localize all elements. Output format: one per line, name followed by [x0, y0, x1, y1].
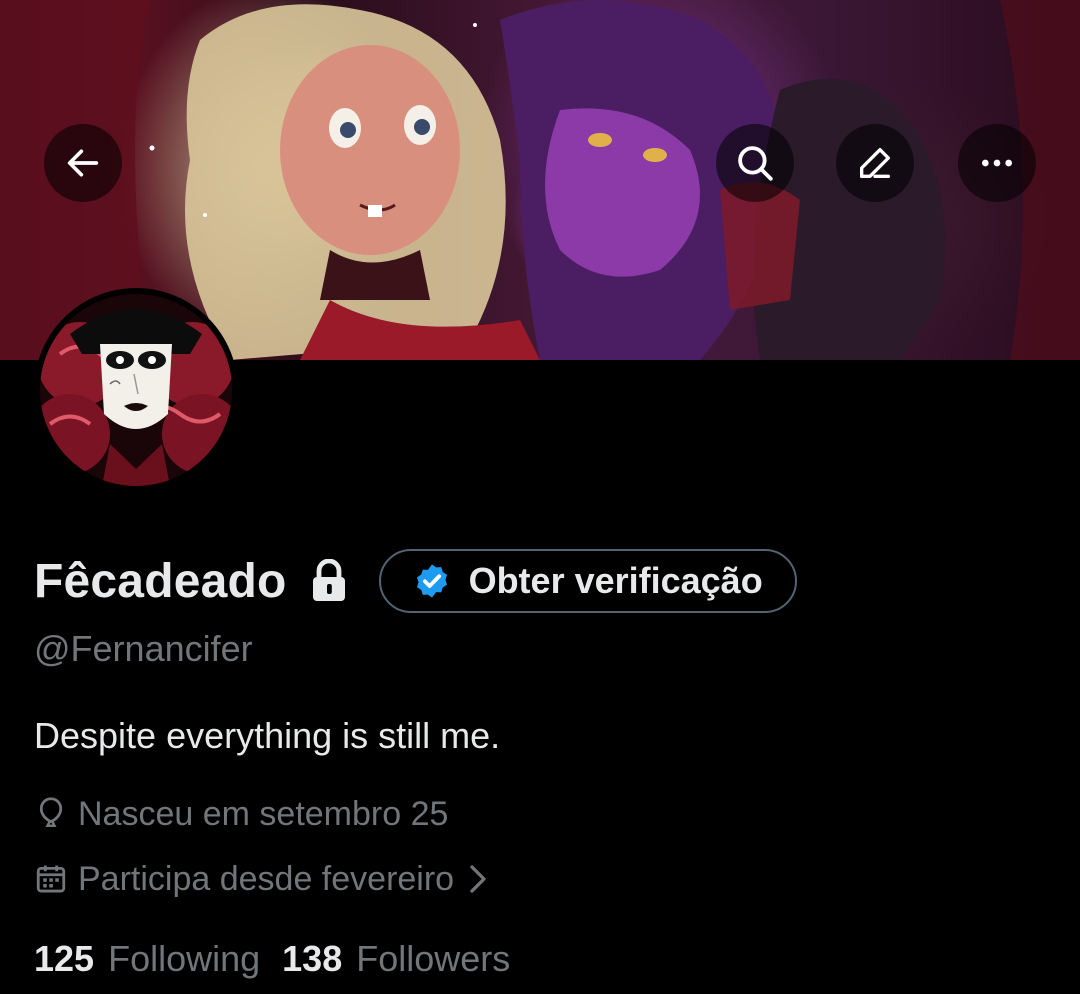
search-button[interactable] [716, 124, 794, 202]
balloon-icon [39, 797, 63, 828]
get-verified-button[interactable]: Obter verificação [378, 549, 797, 613]
username-handle: @Fernancifer [34, 628, 253, 669]
arrow-left-icon [67, 149, 99, 177]
display-name: Fêcadeado [34, 554, 287, 608]
followers-label: Followers [356, 938, 511, 979]
lock-icon [309, 558, 349, 608]
back-button[interactable] [44, 124, 122, 202]
bio: Despite everything is still me. [34, 715, 501, 756]
search-icon [738, 146, 773, 181]
avatar[interactable] [34, 288, 238, 492]
joined-info[interactable]: Participa desde fevereiro [34, 857, 498, 901]
following-count: 125 [34, 938, 95, 979]
avatar-image [40, 294, 232, 486]
name-row: Fêcadeado Obter verificação [34, 547, 797, 615]
chevron-right-icon [470, 865, 486, 893]
verified-badge-icon [416, 564, 447, 598]
birthday-text: Nasceu em setembro 25 [78, 794, 449, 833]
pencil-icon [860, 148, 890, 178]
followers-link[interactable]: 138 Followers [282, 938, 510, 980]
more-icon [982, 159, 1012, 167]
more-button[interactable] [958, 124, 1036, 202]
following-label: Following [108, 938, 261, 979]
calendar-icon [36, 865, 66, 893]
follow-stats: 125 Following 138 Followers [34, 936, 510, 982]
birthday-info: Nasceu em setembro 25 [34, 792, 448, 836]
joined-text: Participa desde fevereiro [78, 859, 455, 898]
followers-count: 138 [282, 938, 343, 979]
edit-button[interactable] [836, 124, 914, 202]
following-link[interactable]: 125 Following [34, 938, 260, 980]
get-verified-label: Obter verificação [468, 560, 763, 601]
